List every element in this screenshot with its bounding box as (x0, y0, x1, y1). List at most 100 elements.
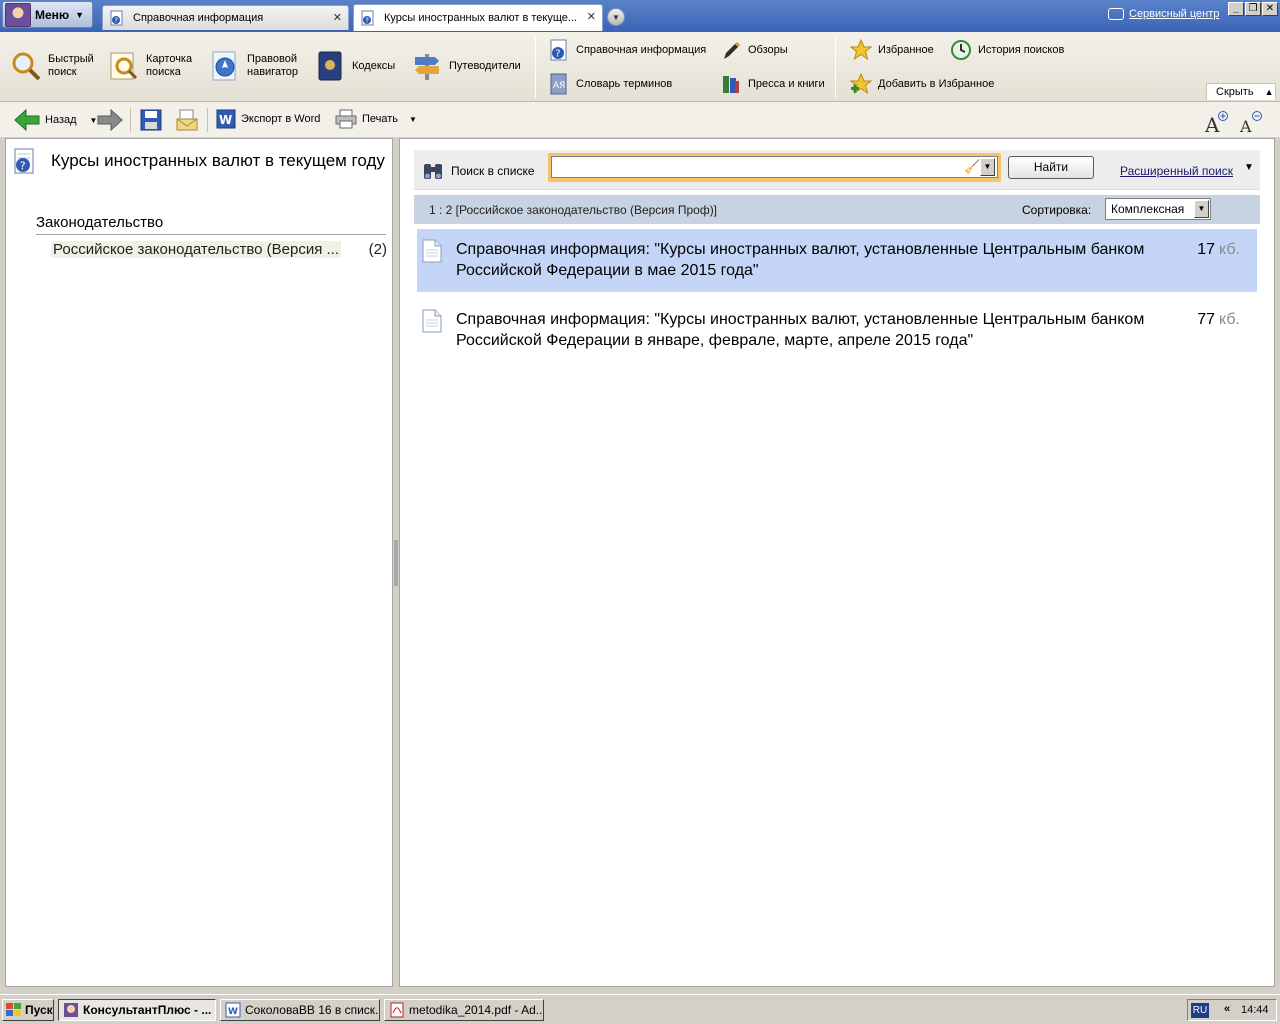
consultant-logo-icon (5, 2, 31, 27)
reviews-button[interactable]: Обзоры (720, 39, 788, 61)
signpost-icon (415, 54, 439, 80)
press-books-button[interactable]: Пресса и книги (720, 73, 825, 95)
advanced-search-link[interactable]: Расширенный поиск (1120, 164, 1233, 178)
taskbar-item-word-doc[interactable]: W СоколоваВВ 16 в списк... (220, 999, 380, 1021)
save-button[interactable] (140, 109, 162, 131)
close-icon[interactable]: ✕ (587, 10, 596, 23)
search-input[interactable] (551, 156, 998, 178)
search-history-button[interactable]: История поисков (950, 39, 1064, 61)
compass-icon (212, 51, 236, 81)
legal-navigator-label-2: навигатор (247, 66, 298, 78)
sidebar-item-russian-legislation[interactable]: Российское законодательство (Версия ... … (51, 239, 387, 259)
find-button[interactable]: Найти (1008, 156, 1094, 179)
pen-icon (724, 42, 740, 59)
star-add-icon (850, 73, 872, 95)
forward-button[interactable] (97, 109, 123, 131)
arrow-right-icon (97, 109, 123, 131)
font-decrease-icon: A (1240, 111, 1262, 133)
toolbar-divider (130, 108, 131, 132)
word-icon: W (216, 109, 236, 129)
taskbar-item-label: СоколоваВВ 16 в списк... (245, 1003, 380, 1017)
toolbar-divider (207, 108, 208, 132)
favorites-button[interactable]: Избранное (850, 39, 934, 61)
reference-info-button[interactable]: ? Справочная информация (548, 39, 706, 61)
back-label: Назад (45, 114, 77, 126)
chevron-down-icon: ▼ (1194, 200, 1209, 218)
menu-label: Меню (35, 7, 70, 22)
phone-icon (1108, 8, 1124, 20)
svg-text:?: ? (365, 17, 369, 25)
print-button[interactable]: Печать ▼ (335, 109, 417, 129)
sidebar-item-count: (2) (368, 240, 387, 258)
service-center-link[interactable]: Сервисный центр (1108, 8, 1219, 20)
system-tray: RU « 14:44 (1187, 999, 1277, 1021)
list-item[interactable]: Справочная информация: "Курсы иностранны… (417, 229, 1257, 292)
svg-text:?: ? (555, 49, 560, 60)
close-icon[interactable]: ✕ (333, 11, 342, 24)
list-item[interactable]: Справочная информация: "Курсы иностранны… (417, 299, 1257, 362)
export-word-button[interactable]: W Экспорт в Word (216, 109, 320, 129)
toolbar: Назад ▼ W Экспорт в Word Печать ▼ A A (0, 102, 1280, 138)
search-history-dropdown[interactable]: ▼ (980, 158, 995, 176)
envelope-icon (176, 109, 198, 131)
chevron-up-icon: ▲ (1264, 87, 1274, 97)
hide-ribbon-button[interactable]: Скрыть ▲ (1206, 83, 1276, 100)
section-header: Законодательство (36, 214, 386, 235)
reviews-label: Обзоры (748, 44, 788, 56)
dictionary-button[interactable]: AЯ Словарь терминов (548, 73, 672, 95)
pane-splitter[interactable] (394, 540, 398, 586)
tab-list-dropdown-button[interactable]: ▼ (607, 8, 625, 26)
back-button[interactable]: Назад ▼ (14, 109, 97, 131)
quick-search-button[interactable]: Быстрый поиск (10, 50, 94, 82)
search-card-label-2: поиска (146, 66, 181, 78)
start-button[interactable]: Пуск (2, 999, 54, 1021)
taskbar-item-consultant[interactable]: КонсультантПлюс - ... (58, 999, 216, 1021)
chevron-down-icon[interactable]: ▼ (1244, 162, 1254, 173)
document-info-icon: ? (110, 10, 123, 26)
guides-button[interactable]: Путеводители (411, 50, 521, 82)
size-unit: кб. (1219, 241, 1240, 258)
svg-text:AЯ: AЯ (553, 81, 565, 91)
ribbon: Быстрый поиск Карточка поиска Правовой нави… (0, 32, 1280, 102)
legal-navigator-button[interactable]: Правовой навигатор (209, 50, 298, 82)
font-increase-button[interactable]: A (1205, 111, 1229, 133)
press-books-label: Пресса и книги (748, 78, 825, 90)
sort-select[interactable]: Комплексная ▼ (1105, 198, 1211, 220)
clear-brush-icon[interactable]: 🧹 (964, 159, 980, 175)
tray-expand-icon[interactable]: « (1224, 1003, 1230, 1015)
sidebar-item-label: Российское законодательство (Версия ... (51, 240, 342, 258)
codexes-label: Кодексы (352, 60, 396, 72)
language-indicator[interactable]: RU (1191, 1003, 1209, 1018)
tab-reference-info[interactable]: ? Справочная информация ✕ (102, 5, 349, 30)
restore-button[interactable]: ❐ (1245, 2, 1261, 16)
svg-text:W: W (228, 1007, 238, 1017)
quick-search-label-1: Быстрый (48, 53, 94, 65)
menu-button[interactable]: Меню ▼ (2, 1, 93, 28)
consultant-app-icon (64, 1003, 78, 1017)
svg-text:?: ? (20, 160, 26, 173)
chevron-down-icon[interactable]: ▼ (409, 115, 417, 124)
close-window-button[interactable]: ✕ (1262, 2, 1278, 16)
svg-text:A: A (1240, 117, 1252, 133)
font-decrease-button[interactable]: A (1240, 111, 1264, 133)
search-card-button[interactable]: Карточка поиска (108, 50, 192, 82)
minimize-button[interactable]: _ (1228, 2, 1244, 16)
document-info-icon: ? (14, 148, 34, 174)
taskbar-item-pdf[interactable]: metodika_2014.pdf - Ad... (384, 999, 544, 1021)
document-title: Курсы иностранных валют в текущем году (51, 151, 385, 170)
guides-label: Путеводители (449, 60, 521, 72)
print-label: Печать (362, 113, 399, 125)
floppy-disk-icon (140, 109, 162, 131)
document-info-icon: ? (550, 39, 567, 61)
tab-currency-rates[interactable]: ? Курсы иностранных валют в текуще... ✕ (353, 4, 603, 31)
add-favorites-label: Добавить в Избранное (878, 78, 995, 90)
search-in-list-label: Поиск в списке (451, 164, 535, 178)
codexes-button[interactable]: Кодексы (314, 50, 395, 82)
taskbar-item-label: КонсультантПлюс - ... (83, 1003, 212, 1017)
send-email-button[interactable] (176, 109, 198, 131)
add-favorites-button[interactable]: Добавить в Избранное (850, 73, 994, 95)
hide-ribbon-label: Скрыть (1216, 86, 1254, 98)
star-icon (850, 39, 872, 61)
document-icon (422, 239, 442, 263)
font-increase-icon: A (1205, 111, 1228, 133)
